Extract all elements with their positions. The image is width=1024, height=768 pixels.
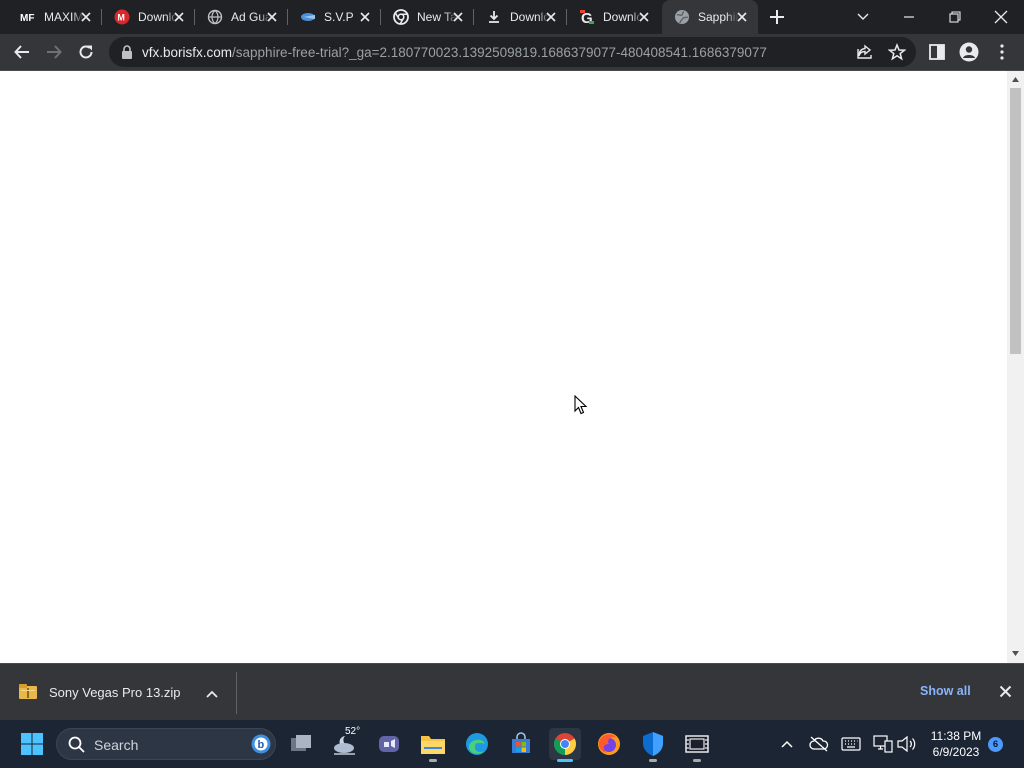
network-icon[interactable] <box>871 732 895 756</box>
url-text[interactable]: vfx.borisfx.com/sapphire-free-trial?_ga=… <box>142 45 767 60</box>
tab-sapphire[interactable]: Sapphire <box>662 0 758 34</box>
chevron-up-icon[interactable] <box>205 686 219 704</box>
close-tab-icon[interactable] <box>264 9 280 25</box>
running-indicator <box>693 759 701 762</box>
tab-maxim[interactable]: MF MAXIM <box>8 0 102 34</box>
clock-time: 11:38 PM <box>930 729 982 743</box>
search-label: Search <box>94 737 139 753</box>
download-file-name: Sony Vegas Pro 13.zip <box>49 685 181 700</box>
forward-button[interactable] <box>42 40 66 64</box>
tab-g-download[interactable]: G Download <box>567 0 660 34</box>
minimize-button[interactable] <box>886 0 932 34</box>
close-tab-icon[interactable] <box>78 9 94 25</box>
page-content[interactable] <box>0 71 1007 663</box>
running-indicator <box>649 759 657 762</box>
globe-icon <box>207 9 223 25</box>
menu-kebab-icon[interactable] <box>990 40 1014 64</box>
volume-icon[interactable] <box>895 732 919 756</box>
close-shelf-icon[interactable] <box>999 685 1012 703</box>
weather-widget-icon[interactable]: 52° <box>329 726 361 760</box>
reload-button[interactable] <box>74 40 98 64</box>
tab-ad-guard[interactable]: Ad Guard <box>195 0 288 34</box>
scroll-down-icon[interactable] <box>1011 649 1020 658</box>
microsoft-store-icon[interactable] <box>505 728 537 760</box>
mouse-cursor-icon <box>574 394 588 420</box>
file-explorer-icon[interactable] <box>417 728 449 762</box>
tab-search-button[interactable] <box>840 0 886 34</box>
show-all-button[interactable]: Show all <box>920 684 971 698</box>
close-window-button[interactable] <box>978 0 1024 34</box>
edge-browser-icon[interactable] <box>461 728 493 760</box>
side-panel-icon[interactable] <box>925 40 949 64</box>
tab-downloads[interactable]: Downloads <box>474 0 567 34</box>
running-indicator <box>557 759 573 762</box>
search-icon <box>68 736 85 758</box>
new-tab-button[interactable] <box>767 7 787 27</box>
tab-strip: MF MAXIM M Download Ad Guard S.V.P <box>0 0 1024 34</box>
svg-text:b: b <box>258 739 265 751</box>
mf-icon: MF <box>20 9 36 25</box>
scroll-up-icon[interactable] <box>1011 75 1020 84</box>
start-windows-icon[interactable] <box>16 728 48 760</box>
svg-text:M: M <box>117 13 125 23</box>
globe-icon <box>674 9 690 25</box>
download-shelf: Sony Vegas Pro 13.zip Show all <box>0 663 1024 720</box>
task-view-icon[interactable] <box>285 728 317 760</box>
profile-avatar-icon[interactable] <box>957 40 981 64</box>
close-tab-icon[interactable] <box>450 9 466 25</box>
bookmark-star-icon[interactable] <box>885 40 909 64</box>
zip-file-icon <box>19 684 37 705</box>
shelf-divider <box>236 672 237 714</box>
chrome-taskbar-icon[interactable] <box>549 728 581 762</box>
chrome-icon <box>393 9 409 25</box>
system-clock[interactable]: 11:38 PM 6/9/2023 <box>922 728 990 760</box>
tab-title: Sapphire <box>698 10 738 24</box>
url-host: vfx.borisfx.com <box>142 45 233 60</box>
chevron-up-tray-icon[interactable] <box>775 732 799 756</box>
close-tab-icon[interactable] <box>357 9 373 25</box>
lock-icon[interactable] <box>121 45 133 64</box>
notification-badge[interactable]: 6 <box>988 737 1003 752</box>
keyboard-icon[interactable] <box>839 732 863 756</box>
running-indicator <box>429 759 437 762</box>
restore-button[interactable] <box>932 0 978 34</box>
browser-toolbar: vfx.borisfx.com/sapphire-free-trial?_ga=… <box>0 34 1024 71</box>
bing-icon[interactable]: b <box>251 734 271 759</box>
address-bar[interactable]: vfx.borisfx.com/sapphire-free-trial?_ga=… <box>109 37 916 67</box>
download-icon <box>486 9 502 25</box>
windows-taskbar: Search b 52° 11:38 PM 6/9/2023 <box>0 720 1024 768</box>
url-path: /sapphire-free-trial?_ga=2.180770023.139… <box>232 45 767 60</box>
firefox-icon[interactable] <box>593 728 625 760</box>
close-tab-icon[interactable] <box>734 9 750 25</box>
scrollbar-thumb[interactable] <box>1010 88 1021 354</box>
teams-chat-icon[interactable] <box>373 728 405 760</box>
close-tab-icon[interactable] <box>636 9 652 25</box>
back-button[interactable] <box>10 40 34 64</box>
tab-new-tab[interactable]: New Tab <box>381 0 474 34</box>
share-icon[interactable] <box>853 40 877 64</box>
taskbar-search-box[interactable]: Search b <box>56 728 276 760</box>
weather-temp: 52° <box>345 726 361 737</box>
security-shield-icon[interactable] <box>637 728 669 762</box>
onedrive-cloud-icon[interactable] <box>807 732 831 756</box>
fish-icon <box>300 9 316 25</box>
close-tab-icon[interactable] <box>171 9 187 25</box>
tab-svp[interactable]: S.V.P <box>288 0 381 34</box>
media-player-icon[interactable] <box>681 728 713 762</box>
download-item[interactable]: Sony Vegas Pro 13.zip <box>0 664 236 720</box>
vertical-scrollbar[interactable] <box>1007 71 1024 663</box>
svg-text:MF: MF <box>20 13 34 23</box>
tab-mega-download[interactable]: M Download <box>102 0 195 34</box>
g-icon: G <box>579 9 595 25</box>
close-tab-icon[interactable] <box>543 9 559 25</box>
clock-date: 6/9/2023 <box>932 745 980 759</box>
mega-icon: M <box>114 9 130 25</box>
